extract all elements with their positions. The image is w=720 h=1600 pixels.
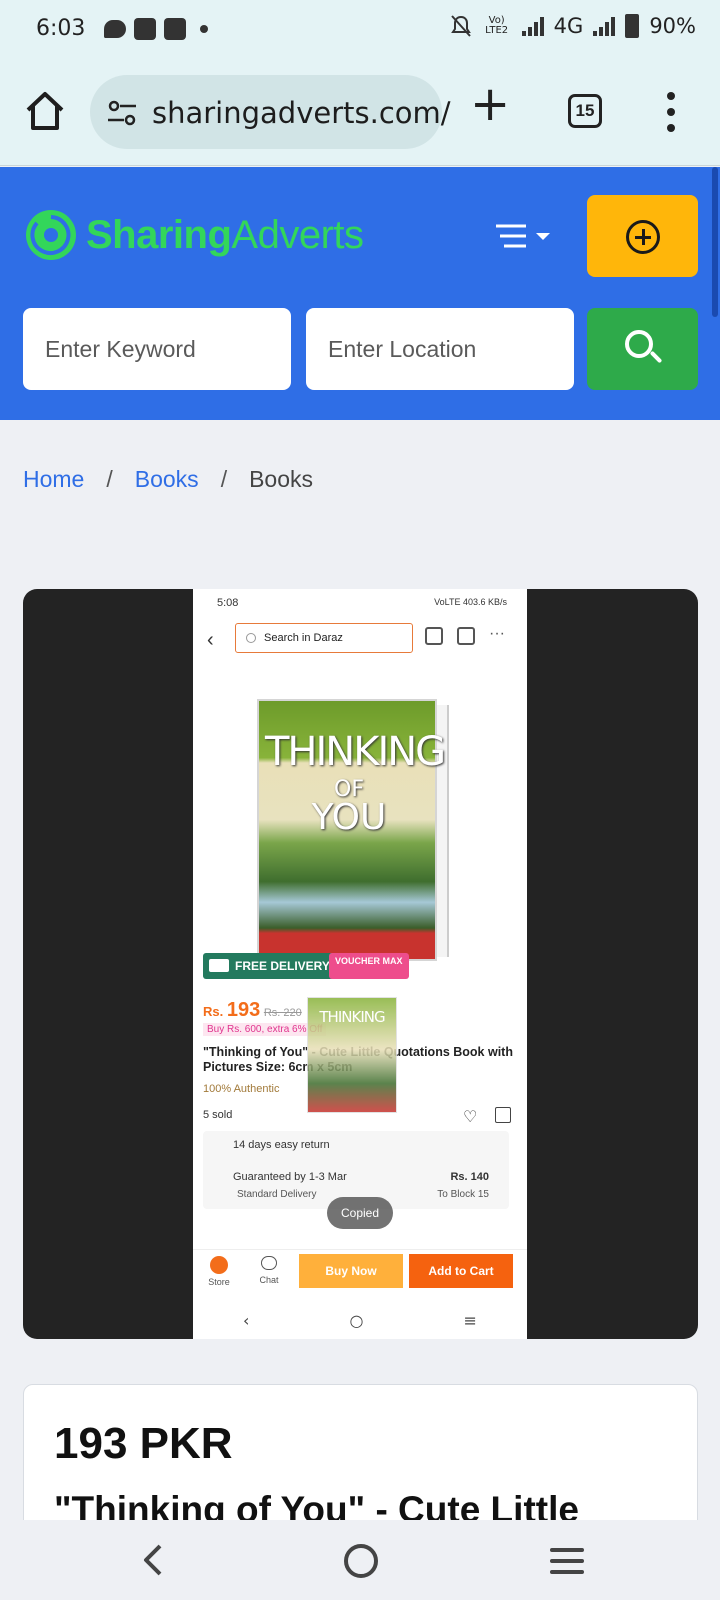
notification-icons bbox=[104, 18, 208, 40]
address-bar[interactable]: sharingadverts.com/ bbox=[90, 75, 451, 149]
breadcrumb-current: Books bbox=[249, 466, 314, 492]
system-status: Vo) LTE2 4G 90% bbox=[450, 14, 696, 38]
signal-icon-2 bbox=[593, 16, 616, 36]
add-post-button[interactable] bbox=[587, 195, 698, 277]
product-image-panel[interactable]: 5:08 VoLTE 403.6 KB/s ‹ Search in Daraz … bbox=[23, 589, 698, 1339]
system-nav-bar bbox=[0, 1520, 720, 1600]
shot-recents-nav-icon: ≡ bbox=[463, 1310, 477, 1330]
shot-share-icon bbox=[425, 627, 443, 645]
site-header: SharingAdverts bbox=[0, 167, 720, 420]
breadcrumb-books[interactable]: Books bbox=[135, 466, 199, 493]
site-settings-icon[interactable] bbox=[106, 99, 138, 127]
shot-store: Store bbox=[207, 1256, 231, 1287]
tab-switcher-button[interactable]: 15 bbox=[568, 94, 602, 128]
shot-search-box: Search in Daraz bbox=[235, 623, 413, 653]
product-screenshot: 5:08 VoLTE 403.6 KB/s ‹ Search in Daraz … bbox=[193, 589, 527, 1339]
shot-back-icon: ‹ bbox=[207, 629, 214, 651]
home-icon[interactable] bbox=[22, 88, 68, 134]
voucher-badge: VOUCHER MAX bbox=[329, 953, 409, 979]
shot-time: 5:08 bbox=[217, 597, 239, 609]
shot-buy-now: Buy Now bbox=[299, 1254, 403, 1288]
new-tab-button[interactable]: + bbox=[470, 80, 510, 128]
shot-heart-icon: ♡ bbox=[463, 1109, 478, 1126]
truck-icon bbox=[209, 959, 229, 972]
store-icon bbox=[210, 1256, 228, 1274]
status-bar: 6:03 Vo) LTE2 4G 90% bbox=[0, 0, 720, 62]
location-input[interactable] bbox=[306, 308, 574, 390]
shot-sold: 5 sold bbox=[203, 1109, 233, 1121]
free-delivery-badge: FREE DELIVERY bbox=[203, 953, 338, 979]
site-logo[interactable]: SharingAdverts bbox=[24, 197, 364, 273]
page-scrollbar[interactable] bbox=[712, 167, 718, 317]
category-menu-icon[interactable] bbox=[496, 223, 556, 249]
listing-price: 193 PKR bbox=[54, 1419, 233, 1468]
breadcrumb: Home / Books / Books bbox=[23, 466, 313, 493]
browser-menu-button[interactable] bbox=[666, 92, 676, 132]
keyword-input[interactable] bbox=[23, 308, 291, 390]
recents-nav-icon[interactable] bbox=[550, 1548, 584, 1574]
breadcrumb-separator: / bbox=[106, 466, 113, 492]
facebook-notification-icon bbox=[134, 18, 156, 40]
add-circle-icon bbox=[626, 220, 660, 254]
battery-level: 90% bbox=[649, 14, 696, 38]
network-type: 4G bbox=[553, 14, 584, 38]
battery-icon bbox=[625, 14, 640, 38]
logo-mark-icon bbox=[26, 210, 76, 260]
shot-cart-icon bbox=[457, 627, 475, 645]
status-time: 6:03 bbox=[36, 16, 86, 41]
url-text: sharingadverts.com/ bbox=[152, 96, 451, 130]
shot-more-icon: ··· bbox=[489, 625, 505, 642]
overlay-thumbnail: THINKING bbox=[307, 997, 397, 1113]
shot-share-icon-2 bbox=[495, 1107, 511, 1123]
search-button[interactable] bbox=[587, 308, 698, 390]
signal-icon bbox=[521, 16, 544, 36]
breadcrumb-separator: / bbox=[220, 466, 228, 492]
shot-authentic: 100% Authentic bbox=[203, 1083, 280, 1095]
shot-chat: Chat bbox=[257, 1256, 281, 1285]
chat-notification-icon bbox=[104, 20, 126, 38]
shot-back-nav-icon: ‹ bbox=[243, 1310, 250, 1330]
search-icon bbox=[625, 330, 653, 358]
back-nav-icon[interactable] bbox=[138, 1542, 168, 1578]
breadcrumb-home[interactable]: Home bbox=[23, 466, 84, 493]
facebook-notification-icon-2 bbox=[164, 18, 186, 40]
shot-add-to-cart: Add to Cart bbox=[409, 1254, 513, 1288]
shot-status: VoLTE 403.6 KB/s bbox=[434, 597, 507, 607]
shot-search-icon bbox=[246, 633, 256, 643]
home-nav-icon[interactable] bbox=[344, 1544, 378, 1578]
book-cover-image: THINKING OF YOU bbox=[257, 699, 449, 961]
shot-nav-bar: ‹ ○ ≡ bbox=[193, 1301, 527, 1339]
mute-icon bbox=[450, 15, 471, 37]
browser-toolbar: sharingadverts.com/ + 15 bbox=[0, 62, 720, 166]
shot-top-icons: ··· bbox=[425, 625, 505, 645]
volte-label: Vo) LTE2 bbox=[485, 15, 509, 36]
shot-price: Rs. 193 Rs. 220 bbox=[203, 999, 302, 1021]
shot-home-nav-icon: ○ bbox=[349, 1310, 364, 1330]
copied-toast: Copied bbox=[327, 1197, 393, 1229]
chat-icon bbox=[261, 1256, 277, 1270]
more-notifications-icon bbox=[200, 25, 208, 33]
logo-text: SharingAdverts bbox=[86, 212, 364, 257]
shot-bottom-bar: Store Chat Buy Now Add to Cart bbox=[193, 1249, 527, 1299]
